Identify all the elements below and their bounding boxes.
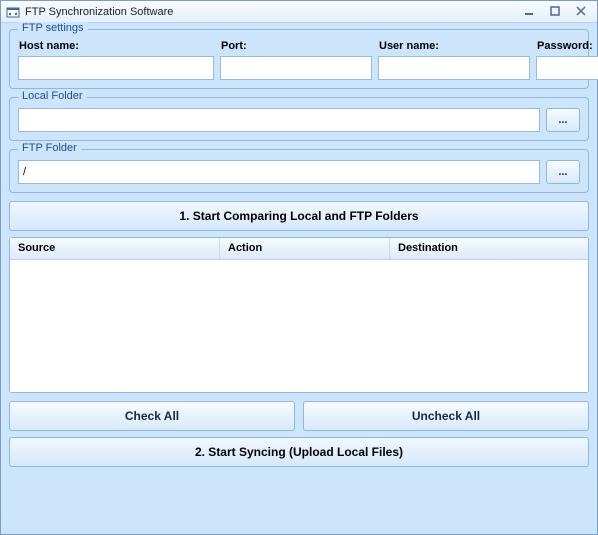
app-icon <box>5 4 21 20</box>
port-label: Port: <box>220 40 372 52</box>
close-button[interactable] <box>569 4 593 20</box>
start-compare-button[interactable]: 1. Start Comparing Local and FTP Folders <box>9 201 589 231</box>
local-folder-legend: Local Folder <box>18 90 87 102</box>
port-input[interactable] <box>220 56 372 80</box>
user-input[interactable] <box>378 56 530 80</box>
password-input[interactable] <box>536 56 598 80</box>
titlebar: FTP Synchronization Software <box>1 1 597 23</box>
ftp-folder-legend: FTP Folder <box>18 142 81 154</box>
start-sync-button[interactable]: 2. Start Syncing (Upload Local Files) <box>9 437 589 467</box>
password-label: Password: <box>536 40 598 52</box>
local-folder-group: Local Folder ... <box>9 97 589 141</box>
ftp-folder-browse-button[interactable]: ... <box>546 160 580 184</box>
window-title: FTP Synchronization Software <box>25 6 515 18</box>
local-folder-input[interactable] <box>18 108 540 132</box>
ftp-settings-group: FTP settings Host name: Port: User name:… <box>9 29 589 89</box>
col-action[interactable]: Action <box>220 238 390 259</box>
minimize-button[interactable] <box>517 4 541 20</box>
uncheck-all-button[interactable]: Uncheck All <box>303 401 589 431</box>
ftp-folder-group: FTP Folder ... <box>9 149 589 193</box>
local-folder-browse-button[interactable]: ... <box>546 108 580 132</box>
user-label: User name: <box>378 40 530 52</box>
ftp-folder-input[interactable] <box>18 160 540 184</box>
col-destination[interactable]: Destination <box>390 238 588 259</box>
ftp-settings-legend: FTP settings <box>18 22 88 34</box>
maximize-button[interactable] <box>543 4 567 20</box>
list-body[interactable] <box>10 260 588 392</box>
col-source[interactable]: Source <box>10 238 220 259</box>
result-list: Source Action Destination <box>9 237 589 393</box>
list-header: Source Action Destination <box>10 238 588 260</box>
host-label: Host name: <box>18 40 214 52</box>
host-input[interactable] <box>18 56 214 80</box>
check-all-button[interactable]: Check All <box>9 401 295 431</box>
